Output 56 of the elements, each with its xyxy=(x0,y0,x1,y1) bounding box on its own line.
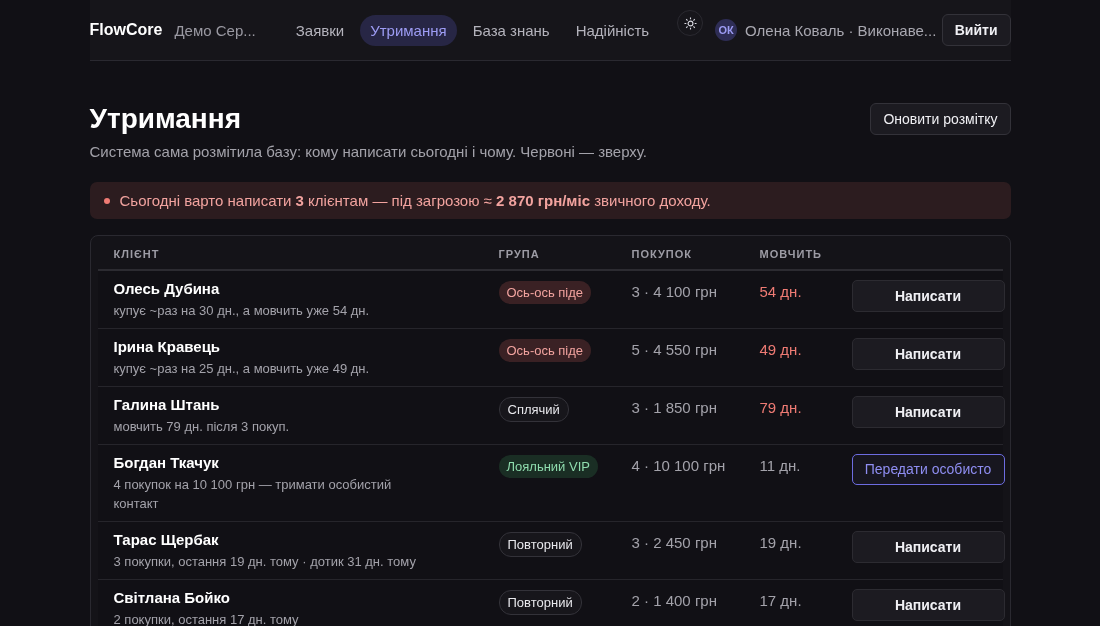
column-header: ПОКУПОК xyxy=(631,248,693,260)
nav-tab[interactable]: Заявки xyxy=(285,14,355,46)
page-title: Утримання xyxy=(89,103,243,135)
alert-text: Сьогодні варто написати 3 клієнтам — під загрозою ≈ 2 870 грн/міс звичного доходу. xyxy=(119,192,711,209)
page-subtitle: Система сама розмітила базу: кому написати сьогодні і чому. Червоні — зверху. xyxy=(89,143,647,160)
client-name: Богдан Ткачук xyxy=(113,454,220,471)
action-button[interactable]: Написати xyxy=(851,396,1005,428)
client-note: 2 покупки, остання 17 дн. тому xyxy=(113,611,300,626)
workspace-name: Демо Сер... xyxy=(174,21,256,39)
nav-tab[interactable]: Надійність xyxy=(565,14,660,46)
nav-tab[interactable]: Утримання xyxy=(360,14,457,46)
client-note: 4 покупок на 10 100 грн — тримати особистий контакт xyxy=(113,476,393,513)
silent-days: 79 дн. xyxy=(759,399,802,416)
purchases-cell: 3 · 1 850 грн xyxy=(631,399,717,416)
nav-tab[interactable]: База знань xyxy=(462,14,560,46)
silent-days: 17 дн. xyxy=(759,592,802,609)
user-avatar: ОК xyxy=(715,19,738,41)
theme-toggle-button[interactable] xyxy=(677,10,704,36)
client-name: Ірина Кравець xyxy=(113,338,222,355)
group-tag: Повторний xyxy=(498,532,582,557)
purchases-cell: 3 · 4 100 грн xyxy=(631,283,717,300)
client-name: Світлана Бойко xyxy=(113,589,231,606)
client-name: Олесь Дубина xyxy=(113,280,221,297)
group-tag: Сплячий xyxy=(498,397,569,422)
action-button[interactable]: Написати xyxy=(851,280,1005,312)
silent-days: 49 дн. xyxy=(759,341,802,358)
action-button[interactable]: Написати xyxy=(851,589,1005,621)
purchases-cell: 4 · 10 100 грн xyxy=(631,457,726,474)
client-note: мовчить 79 дн. після 3 покуп. xyxy=(113,418,291,436)
sun-icon xyxy=(683,16,697,30)
client-note: купує ~раз на 25 дн., а мовчить уже 49 дн. xyxy=(113,360,371,378)
client-note: 3 покупки, остання 19 дн. тому · дотик 31 дн. тому xyxy=(113,553,417,571)
column-header: МОВЧИТЬ xyxy=(759,248,823,260)
brand-logo[interactable]: FlowCore xyxy=(89,21,163,39)
client-note: купує ~раз на 30 дн., а мовчить уже 54 дн. xyxy=(113,302,371,320)
logout-button[interactable]: Вийти xyxy=(941,14,1011,46)
silent-days: 19 дн. xyxy=(759,534,802,551)
purchases-cell: 2 · 1 400 грн xyxy=(631,592,717,609)
group-tag: Лояльний VIP xyxy=(498,455,598,478)
action-button[interactable]: Передати особисто xyxy=(851,454,1005,485)
alert-dot-icon xyxy=(103,197,110,204)
group-tag: Ось-ось піде xyxy=(498,339,592,362)
client-name: Тарас Щербак xyxy=(113,531,220,548)
user-name: Олена Коваль · Виконаве... xyxy=(745,21,937,39)
column-header: ГРУПА xyxy=(498,248,541,260)
group-tag: Ось-ось піде xyxy=(498,281,592,304)
refresh-button[interactable]: Оновити розмітку xyxy=(870,103,1011,135)
purchases-cell: 3 · 2 450 грн xyxy=(631,534,717,551)
action-button[interactable]: Написати xyxy=(851,531,1005,563)
group-tag: Повторний xyxy=(498,590,582,615)
silent-days: 11 дн. xyxy=(759,457,801,474)
purchases-cell: 5 · 4 550 грн xyxy=(631,341,717,358)
client-name: Галина Штань xyxy=(113,396,221,413)
column-header: КЛІЄНТ xyxy=(113,248,161,260)
action-button[interactable]: Написати xyxy=(851,338,1005,370)
silent-days: 54 дн. xyxy=(759,283,802,300)
